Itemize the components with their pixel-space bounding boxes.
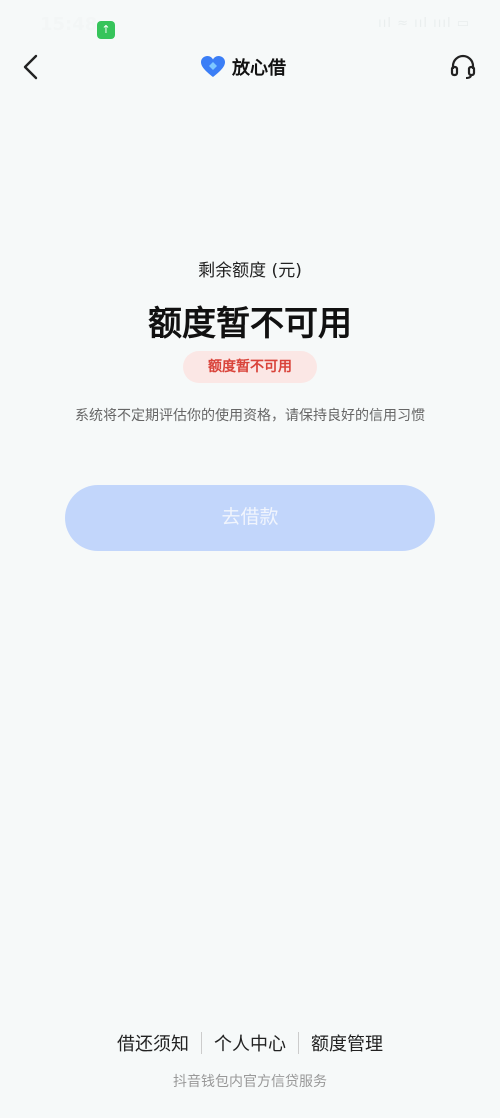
footer-links: 借还须知 个人中心 额度管理 [0,1030,500,1056]
customer-service-button[interactable] [446,50,480,84]
borrow-button[interactable]: 去借款 [65,485,435,551]
status-time: 15:48 [40,14,98,35]
status-bar: 15:48 ↑ ııl ≈ ııl ıııl ▭ [0,0,500,44]
app-title: 放心借 [232,58,286,79]
headset-icon [450,54,476,79]
chevron-left-icon [23,54,38,80]
footer-note: 抖音钱包内官方信贷服务 [173,1074,327,1090]
status-badge: 额度暂不可用 [183,351,317,383]
nav-bar: 放心借 [0,44,500,90]
footer-link-quota-management[interactable]: 额度管理 [299,1030,395,1056]
quota-value: 额度暂不可用 [148,304,352,344]
upload-notification-icon: ↑ [97,21,115,39]
footer-link-personal-center[interactable]: 个人中心 [202,1030,298,1056]
app-logo: 放心借 [200,53,286,81]
status-indicators: ııl ≈ ııl ıııl ▭ [378,16,470,31]
back-button[interactable] [14,50,48,84]
eligibility-notice: 系统将不定期评估你的使用资格，请保持良好的信用习惯 [75,408,425,424]
heart-logo-icon [201,56,225,77]
remaining-quota-label: 剩余额度 (元) [198,261,302,281]
footer-link-loan-notice[interactable]: 借还须知 [105,1030,201,1056]
